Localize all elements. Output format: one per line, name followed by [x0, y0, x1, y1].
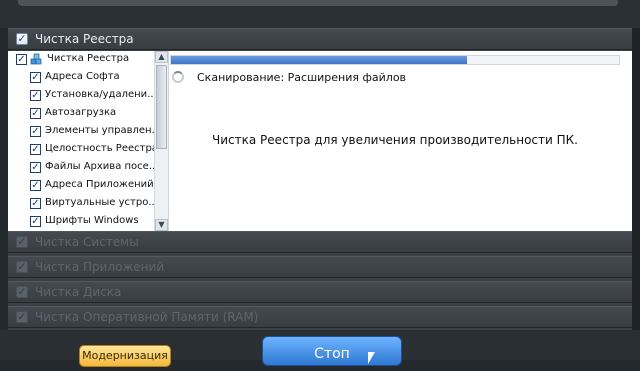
tree-item-app-paths[interactable]: ✓ Адреса Приложений	[8, 177, 154, 195]
mouse-cursor-icon	[368, 352, 375, 364]
section-registry-checkbox[interactable]: ✓	[16, 33, 28, 45]
section-header-ram[interactable]: ✓ Чистка Оперативной Памяти (RAM)	[8, 306, 632, 328]
tree-item-software-paths[interactable]: ✓ Адреса Софта	[8, 69, 154, 87]
tree-item-label: Элементы управлен...	[45, 125, 162, 136]
tree-item-checkbox[interactable]: ✓	[30, 216, 41, 227]
scan-status-text: Сканирование: Расширения файлов	[197, 71, 407, 84]
tree-item-checkbox[interactable]: ✓	[30, 90, 41, 101]
section-registry-title: Чистка Реестра	[35, 32, 134, 46]
tree-item-label: Автозагрузка	[45, 107, 117, 118]
section-header-apps[interactable]: ✓ Чистка Приложений	[8, 256, 632, 278]
section-ram-checkbox[interactable]: ✓	[16, 311, 28, 323]
tree-item-checkbox[interactable]: ✓	[30, 108, 41, 119]
tree-item-label: Адреса Софта	[45, 71, 120, 82]
section-header-disk[interactable]: ✓ Чистка Диска	[8, 281, 632, 303]
tree-item-label: Адреса Приложений	[45, 179, 154, 190]
tree-item-label: Файлы Архива посе...	[45, 161, 159, 172]
scroll-thumb[interactable]	[156, 65, 167, 149]
tree-item-controls[interactable]: ✓ Элементы управлен...	[8, 123, 161, 141]
modernize-button[interactable]: Модернизация	[79, 345, 171, 367]
registry-tree: ✓ Чистка Реестра ✓ Адреса Софта ✓ Устано…	[8, 51, 169, 231]
tree-root-item[interactable]: ✓ Чистка Реестра	[8, 51, 154, 69]
tree-item-virtual-devices[interactable]: ✓ Виртуальные устро...	[8, 195, 158, 213]
tree-item-startup[interactable]: ✓ Автозагрузка	[8, 105, 154, 123]
scan-description: Чистка Реестра для увеличения производит…	[212, 133, 578, 147]
top-tab-edge	[18, 0, 618, 6]
tree-item-checkbox[interactable]: ✓	[30, 198, 41, 209]
tree-item-label: Шрифты Windows	[45, 215, 139, 226]
tree-scrollbar[interactable]: ▲ ▼	[154, 51, 168, 231]
tree-item-checkbox[interactable]: ✓	[30, 144, 41, 155]
tree-item-label: Целостность Реестра	[45, 143, 158, 154]
top-bar	[0, 0, 640, 28]
tree-root-checkbox[interactable]: ✓	[16, 54, 27, 65]
section-apps-checkbox[interactable]: ✓	[16, 261, 28, 273]
tree-item-windows-fonts[interactable]: ✓ Шрифты Windows	[8, 213, 154, 231]
tree-item-install-uninstall[interactable]: ✓ Установка/удалени...	[8, 87, 157, 105]
section-disk-checkbox[interactable]: ✓	[16, 286, 28, 298]
section-header-system[interactable]: ✓ Чистка Системы	[8, 231, 632, 253]
scroll-up-icon[interactable]: ▲	[155, 51, 168, 63]
tree-item-checkbox[interactable]: ✓	[30, 162, 41, 173]
section-system-title: Чистка Системы	[35, 235, 139, 249]
section-ram-title: Чистка Оперативной Памяти (RAM)	[35, 310, 259, 324]
stop-button[interactable]: Стоп	[262, 336, 402, 366]
section-apps-title: Чистка Приложений	[35, 260, 165, 274]
scan-progress-bar	[170, 55, 620, 65]
section-disk-title: Чистка Диска	[35, 285, 122, 299]
section-header-registry[interactable]: ✓ Чистка Реестра	[8, 28, 632, 50]
tree-item-label: Виртуальные устро...	[45, 197, 158, 208]
tree-item-checkbox[interactable]: ✓	[30, 126, 41, 137]
tree-root-label: Чистка Реестра	[47, 53, 130, 64]
tree-item-registry-integrity[interactable]: ✓ Целостность Реестра	[8, 141, 158, 159]
tree-item-checkbox[interactable]: ✓	[30, 72, 41, 83]
scan-progress-fill	[171, 56, 467, 64]
scroll-down-icon[interactable]: ▼	[155, 219, 168, 231]
tree-item-history-files[interactable]: ✓ Файлы Архива посе...	[8, 159, 158, 177]
section-system-checkbox[interactable]: ✓	[16, 236, 28, 248]
tree-item-label: Установка/удалени...	[45, 89, 157, 100]
panel-right-border	[632, 28, 640, 330]
tree-item-checkbox[interactable]: ✓	[30, 180, 41, 191]
spinner-icon	[172, 71, 184, 83]
registry-cubes-icon	[30, 53, 42, 65]
